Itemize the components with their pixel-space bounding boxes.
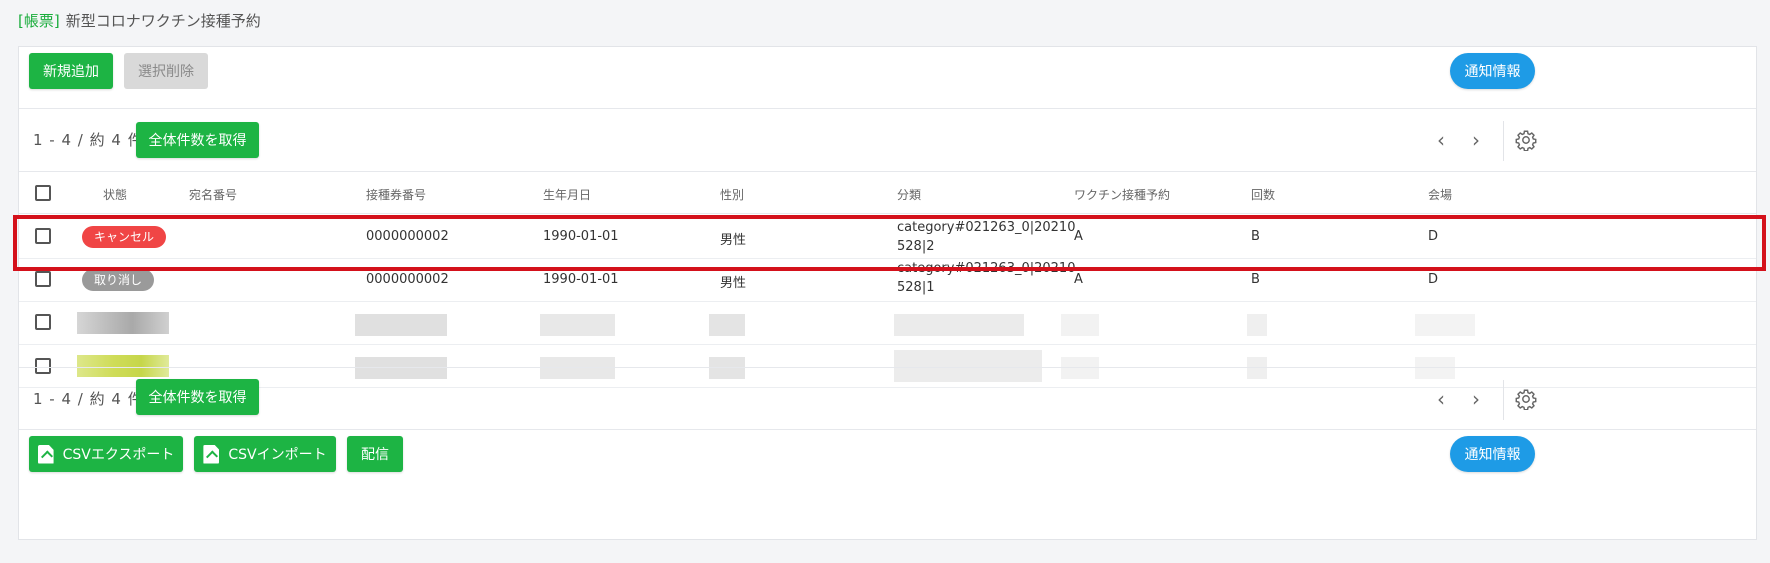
redacted-block <box>1415 314 1475 336</box>
category-cell-line2: 528|2 <box>897 239 935 254</box>
pager-divider <box>1503 121 1504 161</box>
count-cell: B <box>1251 229 1260 244</box>
distribute-button[interactable]: 配信 <box>347 436 403 472</box>
top-toolbar: 新規追加 選択削除 通知情報 <box>19 47 1756 109</box>
gender-cell: 男性 <box>720 233 747 248</box>
csv-export-label: CSVエクスポート <box>62 447 175 463</box>
settings-gear-icon[interactable] <box>1515 129 1537 151</box>
table-header: 状態 宛名番号 接種券番号 生年月日 性別 分類 ワクチン接種予約 回数 会場 <box>19 172 1756 214</box>
header-reservation[interactable]: ワクチン接種予約 <box>1074 186 1170 203</box>
delete-selected-button[interactable]: 選択削除 <box>124 53 208 89</box>
csv-export-button[interactable]: CSVエクスポート <box>29 436 183 472</box>
fetch-total-button[interactable]: 全体件数を取得 <box>136 122 259 158</box>
ticket-no-cell: 0000000002 <box>366 272 449 287</box>
ticket-no-cell: 0000000002 <box>366 229 449 244</box>
file-import-icon <box>203 444 220 464</box>
row-checkbox[interactable] <box>35 271 51 287</box>
header-count[interactable]: 回数 <box>1251 186 1275 203</box>
csv-import-label: CSVインポート <box>228 447 327 463</box>
prev-page-icon[interactable]: ‹ <box>1432 130 1450 150</box>
list-card: 新規追加 選択削除 通知情報 1 - 4 / 約 4 件 全体件数を取得 ‹ ›… <box>18 46 1757 540</box>
gender-cell: 男性 <box>720 276 747 291</box>
header-status[interactable]: 状態 <box>103 186 127 203</box>
notify-info-button[interactable]: 通知情報 <box>1450 53 1535 89</box>
redacted-block <box>1247 314 1267 336</box>
notify-info-button[interactable]: 通知情報 <box>1450 436 1535 472</box>
redacted-block <box>540 314 615 336</box>
bottom-pager: 1 - 4 / 約 4 件 全体件数を取得 ‹ › <box>19 367 1756 430</box>
birthdate-cell: 1990-01-01 <box>543 229 619 244</box>
header-category[interactable]: 分類 <box>897 186 921 203</box>
table-row[interactable]: 取り消し 0000000002 1990-01-01 男性 category#0… <box>19 259 1756 302</box>
fetch-total-button[interactable]: 全体件数を取得 <box>136 379 259 415</box>
bottom-toolbar: CSVエクスポート CSVインポート 配信 通知情報 <box>19 430 1756 494</box>
add-button[interactable]: 新規追加 <box>29 53 113 89</box>
redacted-block <box>77 312 169 334</box>
page-title: [帳票] 新型コロナワクチン接種予約 <box>18 10 261 31</box>
header-birthdate[interactable]: 生年月日 <box>543 186 591 203</box>
next-page-icon[interactable]: › <box>1467 389 1485 409</box>
table-row-redacted[interactable] <box>19 302 1756 345</box>
redacted-block <box>709 314 745 336</box>
settings-gear-icon[interactable] <box>1515 388 1537 410</box>
category-cell-line1: category#021263_0|20210 <box>897 220 1076 235</box>
count-cell: B <box>1251 272 1260 287</box>
header-gender[interactable]: 性別 <box>720 186 744 203</box>
category-cell-line1: category#021263_0|20210 <box>897 261 1076 276</box>
venue-cell: D <box>1428 229 1439 244</box>
file-export-icon <box>37 444 54 464</box>
birthdate-cell: 1990-01-01 <box>543 272 619 287</box>
row-checkbox[interactable] <box>35 314 51 330</box>
prev-page-icon[interactable]: ‹ <box>1432 389 1450 409</box>
next-page-icon[interactable]: › <box>1467 130 1485 150</box>
page-title-tag: [帳票] <box>18 12 60 30</box>
select-all-checkbox[interactable] <box>35 185 51 201</box>
csv-import-button[interactable]: CSVインポート <box>194 436 336 472</box>
header-address-no[interactable]: 宛名番号 <box>189 186 237 203</box>
venue-cell: D <box>1428 272 1439 287</box>
top-pager: 1 - 4 / 約 4 件 全体件数を取得 ‹ › <box>19 109 1756 172</box>
pager-divider <box>1503 380 1504 420</box>
page-title-text: 新型コロナワクチン接種予約 <box>65 12 261 30</box>
reservation-cell: A <box>1074 272 1083 287</box>
row-checkbox[interactable] <box>35 228 51 244</box>
header-ticket-no[interactable]: 接種券番号 <box>366 186 426 203</box>
status-badge: 取り消し <box>82 269 155 291</box>
record-count: 1 - 4 / 約 4 件 <box>33 131 144 149</box>
table-row[interactable]: キャンセル 0000000002 1990-01-01 男性 category#… <box>19 215 1756 259</box>
reservation-cell: A <box>1074 229 1083 244</box>
redacted-block <box>894 314 1024 336</box>
status-badge: キャンセル <box>82 226 167 248</box>
category-cell-line2: 528|1 <box>897 280 935 295</box>
header-venue[interactable]: 会場 <box>1428 186 1452 203</box>
record-count: 1 - 4 / 約 4 件 <box>33 390 144 408</box>
redacted-block <box>355 314 447 336</box>
redacted-block <box>1061 314 1099 336</box>
